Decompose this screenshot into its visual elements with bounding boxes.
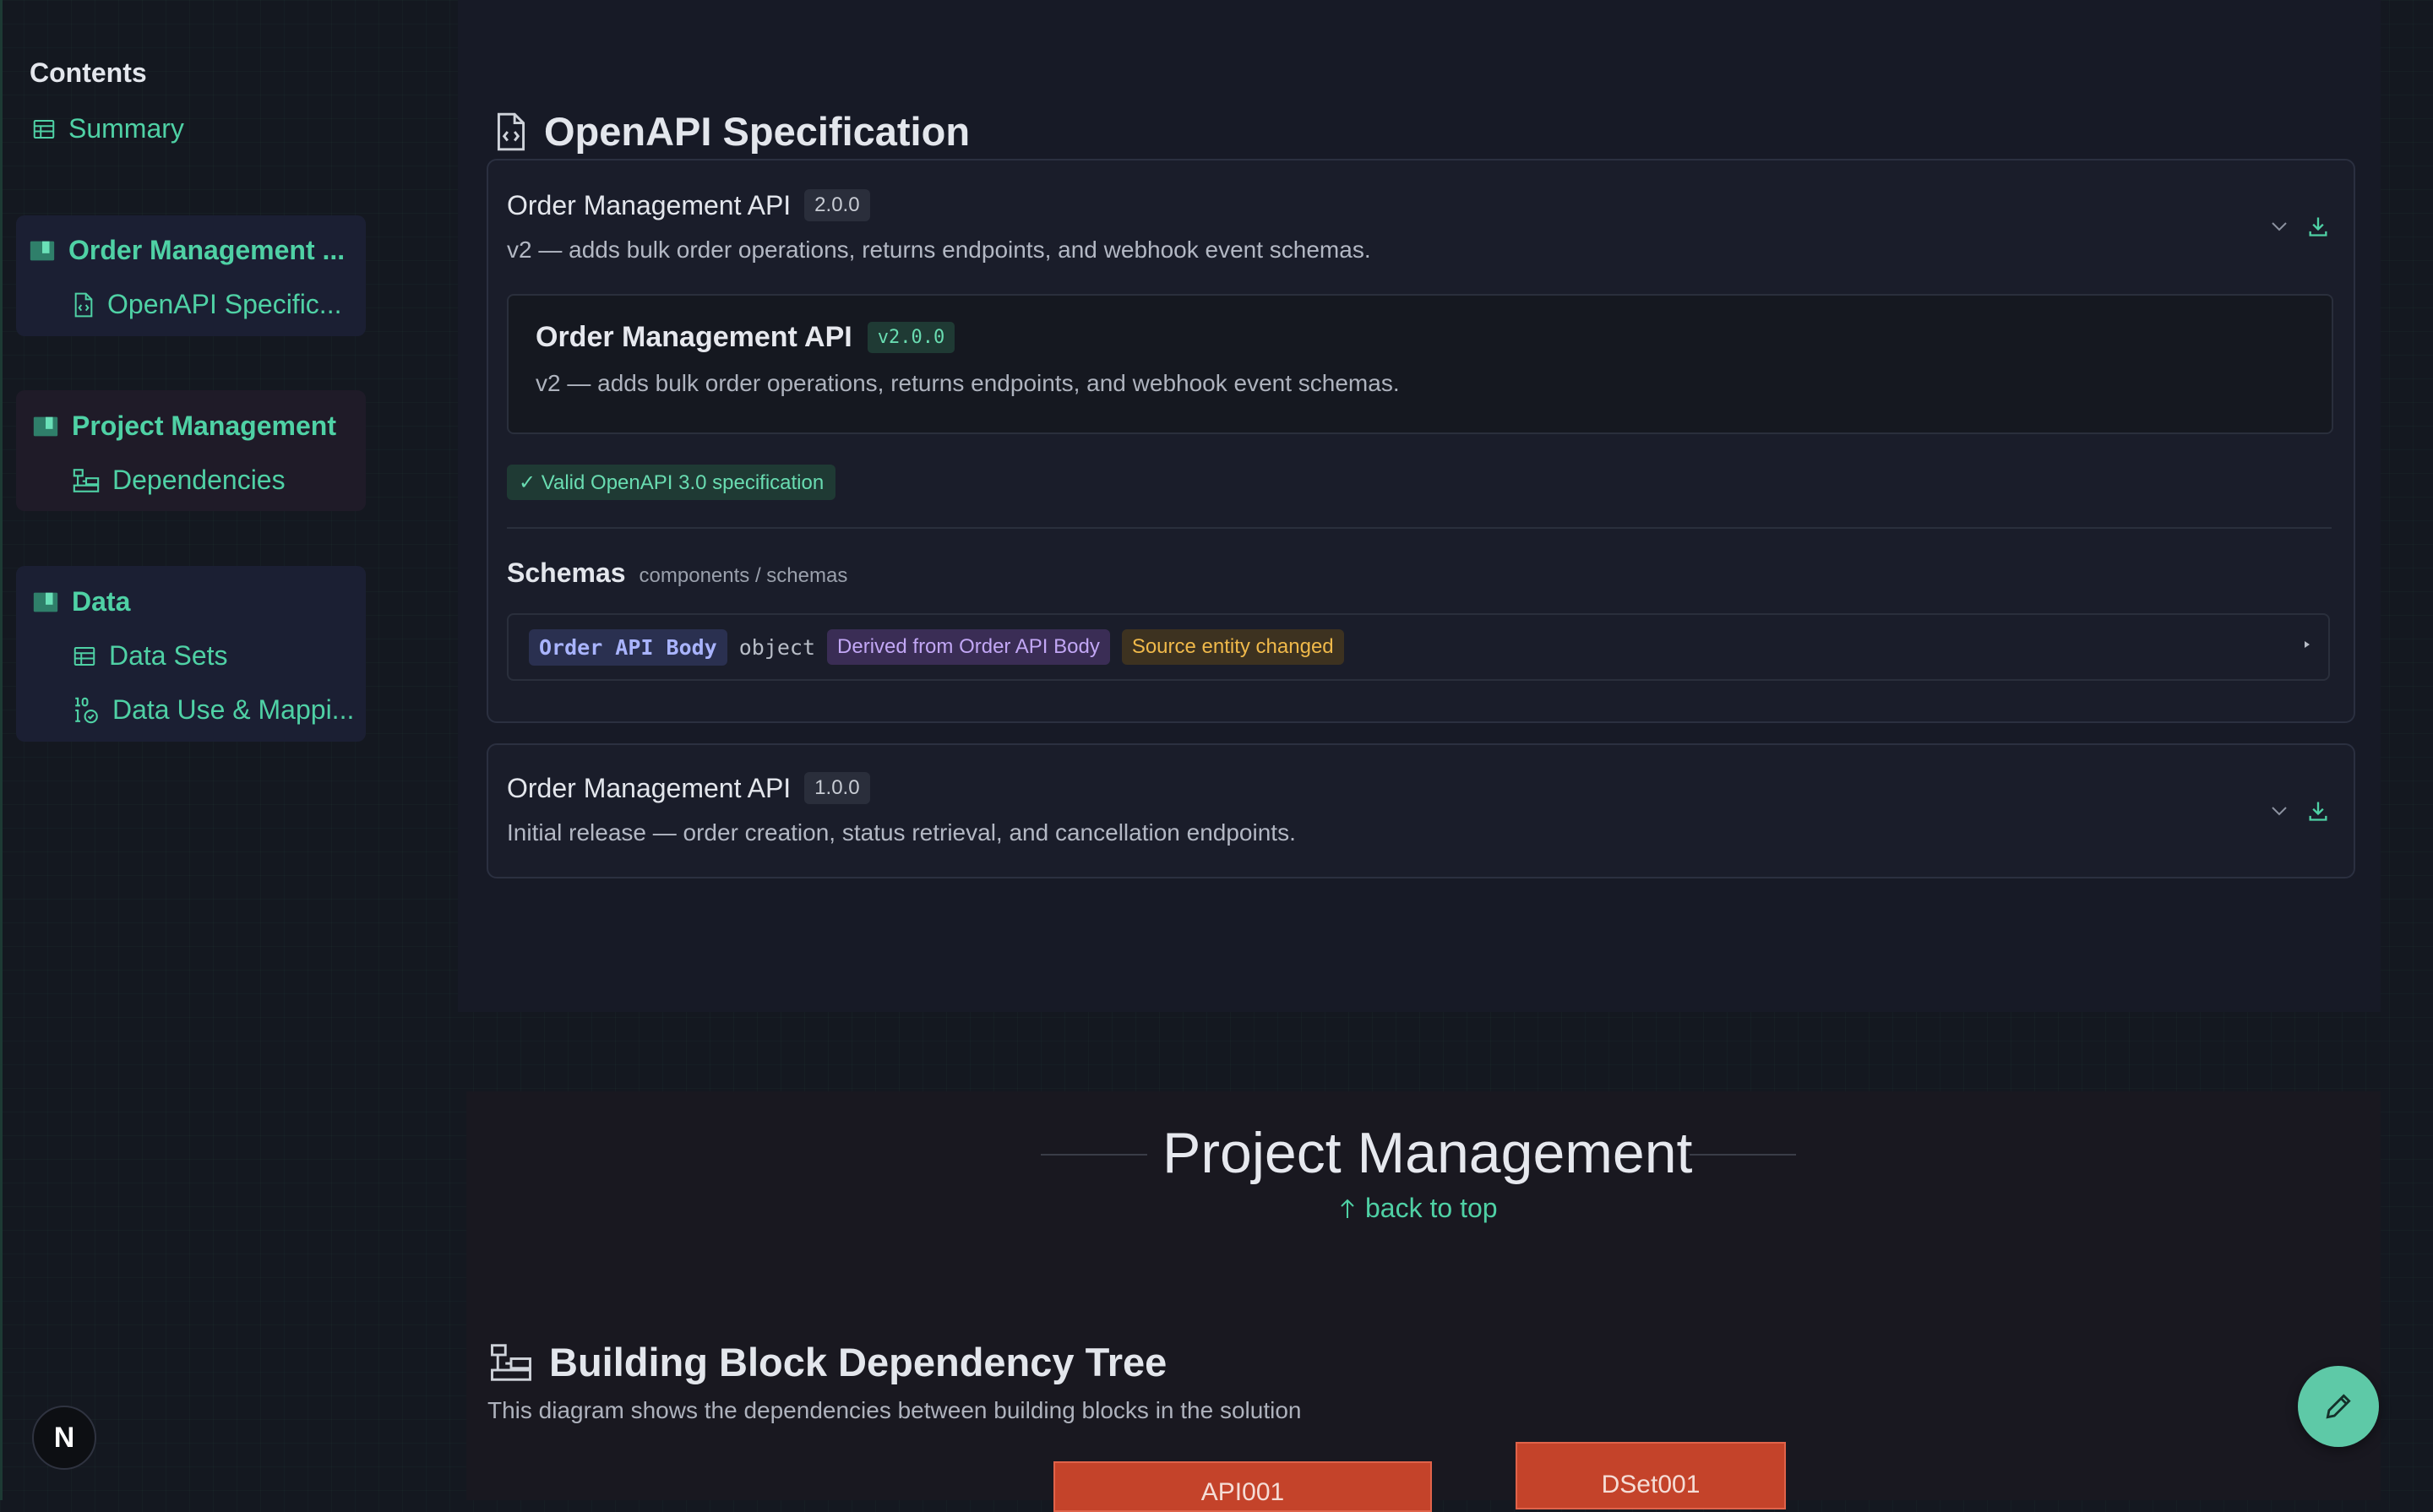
openapi-card-header[interactable]: Order Management API 1.0.0	[507, 772, 870, 804]
code-file-icon	[497, 112, 525, 150]
sidebar-item-openapi[interactable]: OpenAPI Specific...	[72, 289, 341, 320]
source-changed-badge: Source entity changed	[1121, 629, 1344, 665]
expand-button[interactable]	[2264, 796, 2294, 826]
api-name: Order Management API	[507, 772, 792, 803]
dependency-node-api001[interactable]: API001	[1053, 1461, 1432, 1512]
openapi-card-v1	[487, 743, 2355, 878]
api-description: Initial release — order creation, status…	[507, 819, 1296, 846]
version-badge: 2.0.0	[804, 189, 870, 221]
n-logo-letter: N	[53, 1421, 75, 1454]
book-icon	[30, 241, 55, 260]
api-info-box: Order Management API v2.0.0 v2 — adds bu…	[507, 294, 2333, 434]
schemas-label: Schemas	[507, 557, 626, 588]
sidebar-group-title-data[interactable]: Data	[31, 586, 130, 617]
book-icon	[33, 592, 58, 612]
sidebar-item-label: Data Sets	[109, 640, 228, 671]
table-icon	[73, 646, 95, 666]
sidebar-item-label: Data Use & Mappi...	[112, 694, 355, 725]
binary-check-icon	[75, 697, 98, 723]
schema-type: object	[738, 634, 816, 660]
sidebar-heading: Contents	[30, 57, 147, 88]
sidebar-item-label: Summary	[68, 113, 184, 144]
api-description: v2 — adds bulk order operations, returns…	[507, 237, 1371, 263]
edit-fab-button[interactable]	[2298, 1366, 2379, 1447]
sidebar-group-title-order-management[interactable]: Order Management ...	[28, 235, 345, 266]
download-button[interactable]	[2303, 796, 2333, 826]
sidebar: Contents Summary Order Management ... Op…	[0, 0, 463, 1500]
api-info-version: v2.0.0	[867, 322, 955, 353]
dependency-tree-title-text: Building Block Dependency Tree	[549, 1340, 1168, 1384]
derived-badge: Derived from Order API Body	[827, 629, 1110, 665]
api-info-name: Order Management API	[536, 321, 852, 353]
api-info-description: v2 — adds bulk order operations, returns…	[536, 370, 1400, 396]
back-to-top-label: back to top	[1365, 1193, 1498, 1223]
expand-caret-icon[interactable]	[2303, 639, 2311, 654]
pencil-icon	[2326, 1394, 2351, 1419]
schemas-path: components / schemas	[639, 564, 848, 587]
chevron-down-icon	[2272, 222, 2287, 231]
download-icon	[2309, 802, 2327, 821]
node-label: DSet001	[1601, 1471, 1701, 1498]
sidebar-item-dependencies[interactable]: Dependencies	[72, 465, 286, 496]
chevron-down-icon	[2272, 807, 2287, 816]
section-title-text: OpenAPI Specification	[544, 109, 971, 154]
api-name: Order Management API	[507, 189, 792, 220]
n-logo-badge[interactable]: N	[32, 1406, 96, 1470]
title-rule-left	[1041, 1154, 1147, 1156]
sidebar-item-data-use-mapping[interactable]: Data Use & Mappi...	[72, 694, 354, 726]
openapi-card-header[interactable]: Order Management API 2.0.0	[507, 189, 870, 221]
divider	[507, 527, 2332, 529]
collapse-button[interactable]	[2264, 211, 2294, 242]
schema-row[interactable]: Order API Body object Derived from Order…	[507, 613, 2330, 681]
schema-name: Order API Body	[529, 628, 727, 666]
download-button[interactable]	[2303, 211, 2333, 242]
dependency-node-dset001[interactable]: DSet001	[1516, 1442, 1786, 1509]
sidebar-item-data-sets[interactable]: Data Sets	[72, 640, 228, 672]
dependency-tree-description: This diagram shows the dependencies betw…	[487, 1397, 1302, 1423]
table-icon	[33, 119, 55, 139]
dependency-icon	[73, 468, 100, 492]
code-file-icon	[74, 292, 93, 317]
valid-spec-badge: ✓ Valid OpenAPI 3.0 specification	[507, 465, 836, 500]
sidebar-item-label: Dependencies	[112, 465, 286, 495]
back-to-top-link[interactable]: back to top	[1338, 1193, 1498, 1224]
node-label: API001	[1200, 1478, 1285, 1506]
sidebar-item-label: OpenAPI Specific...	[107, 289, 342, 319]
book-icon	[33, 416, 58, 436]
version-badge: 1.0.0	[804, 772, 870, 804]
sidebar-group-label: Project Management	[72, 411, 336, 441]
arrow-up-icon	[1341, 1199, 1354, 1218]
sidebar-group-label: Order Management ...	[68, 235, 346, 265]
project-management-title: Project Management	[1162, 1121, 1693, 1185]
openapi-section-title: OpenAPI Specification	[493, 108, 970, 155]
dependency-tree-title: Building Block Dependency Tree	[488, 1339, 1167, 1385]
download-icon	[2309, 217, 2327, 237]
sidebar-group-title-project-management[interactable]: Project Management	[31, 411, 336, 442]
sidebar-item-summary[interactable]: Summary	[31, 113, 184, 144]
title-rule-right	[1690, 1154, 1796, 1156]
dependency-icon	[491, 1343, 531, 1381]
schemas-header: Schemas components / schemas	[507, 557, 847, 589]
sidebar-group-label: Data	[72, 586, 131, 617]
